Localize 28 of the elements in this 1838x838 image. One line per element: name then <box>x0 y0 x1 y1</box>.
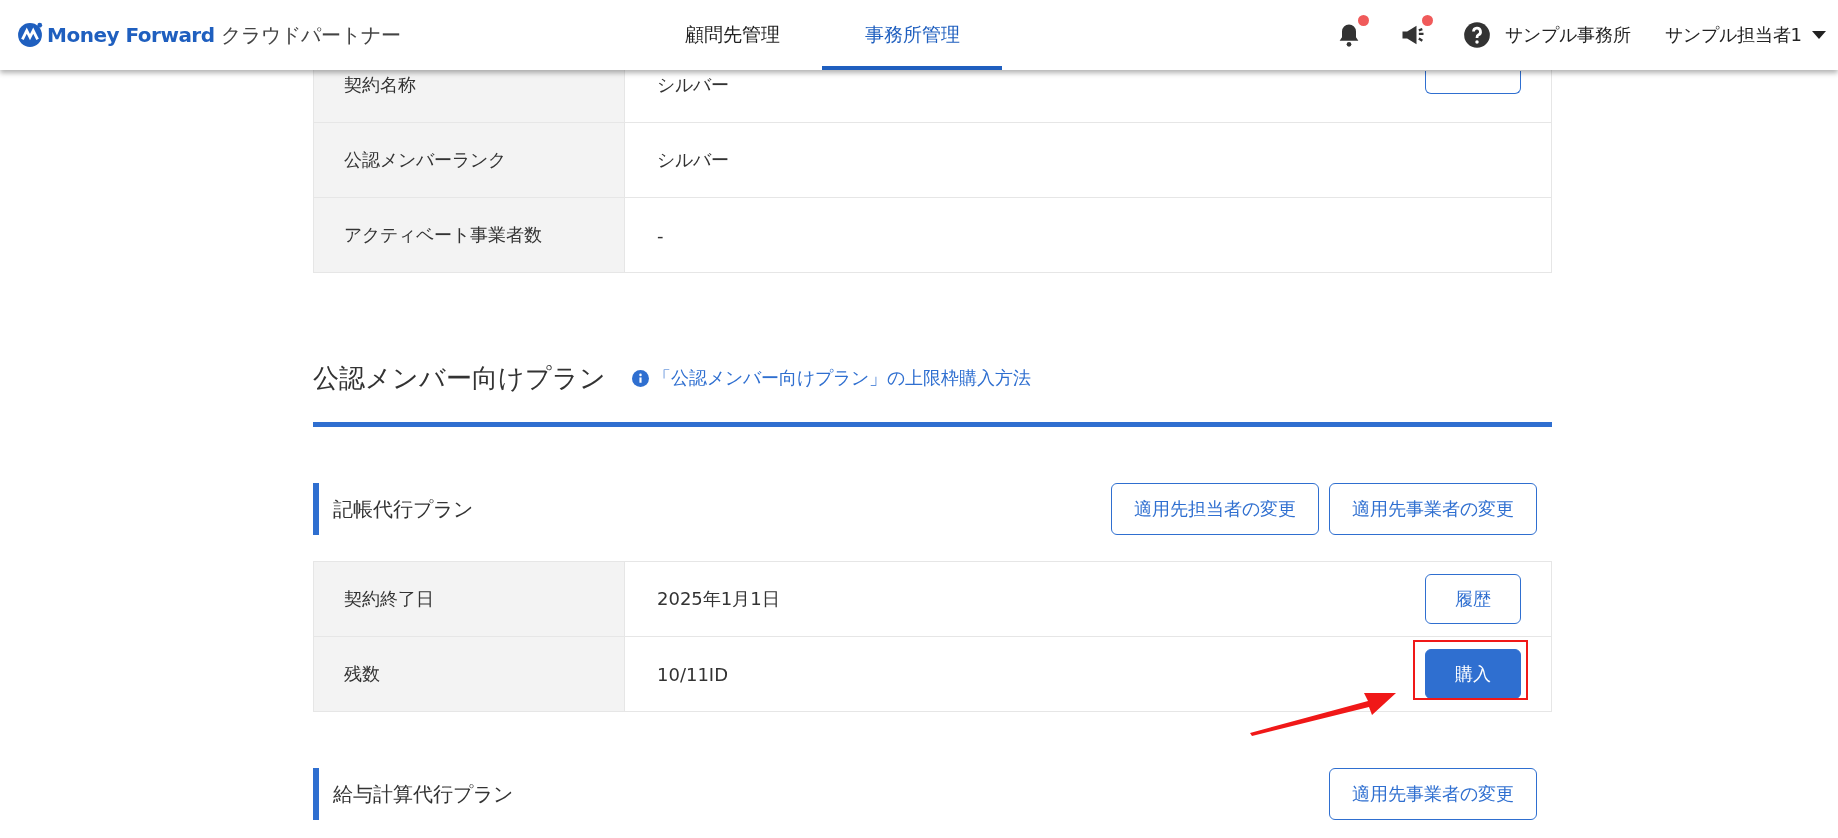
change-button[interactable]: 適用先事業者の変更 <box>1329 483 1537 535</box>
row-value: 2025年1月1日 <box>657 587 780 611</box>
logo-text: Money Forward <box>47 23 215 47</box>
row-label: 契約終了日 <box>314 562 625 636</box>
caret-icon[interactable] <box>1812 31 1826 39</box>
plan-title: 記帳代行プラン <box>333 495 473 523</box>
section-title: 公認メンバー向けプラン <box>313 361 606 395</box>
history-button[interactable]: 履歴 <box>1425 574 1521 624</box>
row-label: アクティベート事業者数 <box>314 198 625 272</box>
logo-icon <box>17 22 43 48</box>
nav-tab[interactable]: 事務所管理 <box>822 0 1002 70</box>
nav-tab[interactable]: 顧問先管理 <box>642 0 822 70</box>
change-button[interactable]: 適用先担当者の変更 <box>1111 483 1319 535</box>
row-value: 10/11ID <box>657 663 729 685</box>
help-icon[interactable] <box>1462 21 1491 49</box>
row-label: 残数 <box>314 637 625 711</box>
row-value: シルバー <box>657 73 729 97</box>
info-icon <box>632 369 649 387</box>
row-label: 公認メンバーランク <box>314 123 625 197</box>
user-menu[interactable]: サンプル担当者1 <box>1664 23 1802 47</box>
row-value: - <box>657 224 664 246</box>
purchase-button[interactable]: 購入 <box>1425 649 1521 699</box>
change-button[interactable]: 適用先事業者の変更 <box>1329 768 1537 820</box>
row-value: シルバー <box>657 148 729 172</box>
product-name: クラウドパートナー <box>220 21 401 49</box>
help-link[interactable]: 「公認メンバー向けプラン」の上限枠購入方法 <box>653 366 1031 390</box>
office-name[interactable]: サンプル事務所 <box>1504 23 1631 47</box>
plan-title: 給与計算代行プラン <box>333 780 513 808</box>
